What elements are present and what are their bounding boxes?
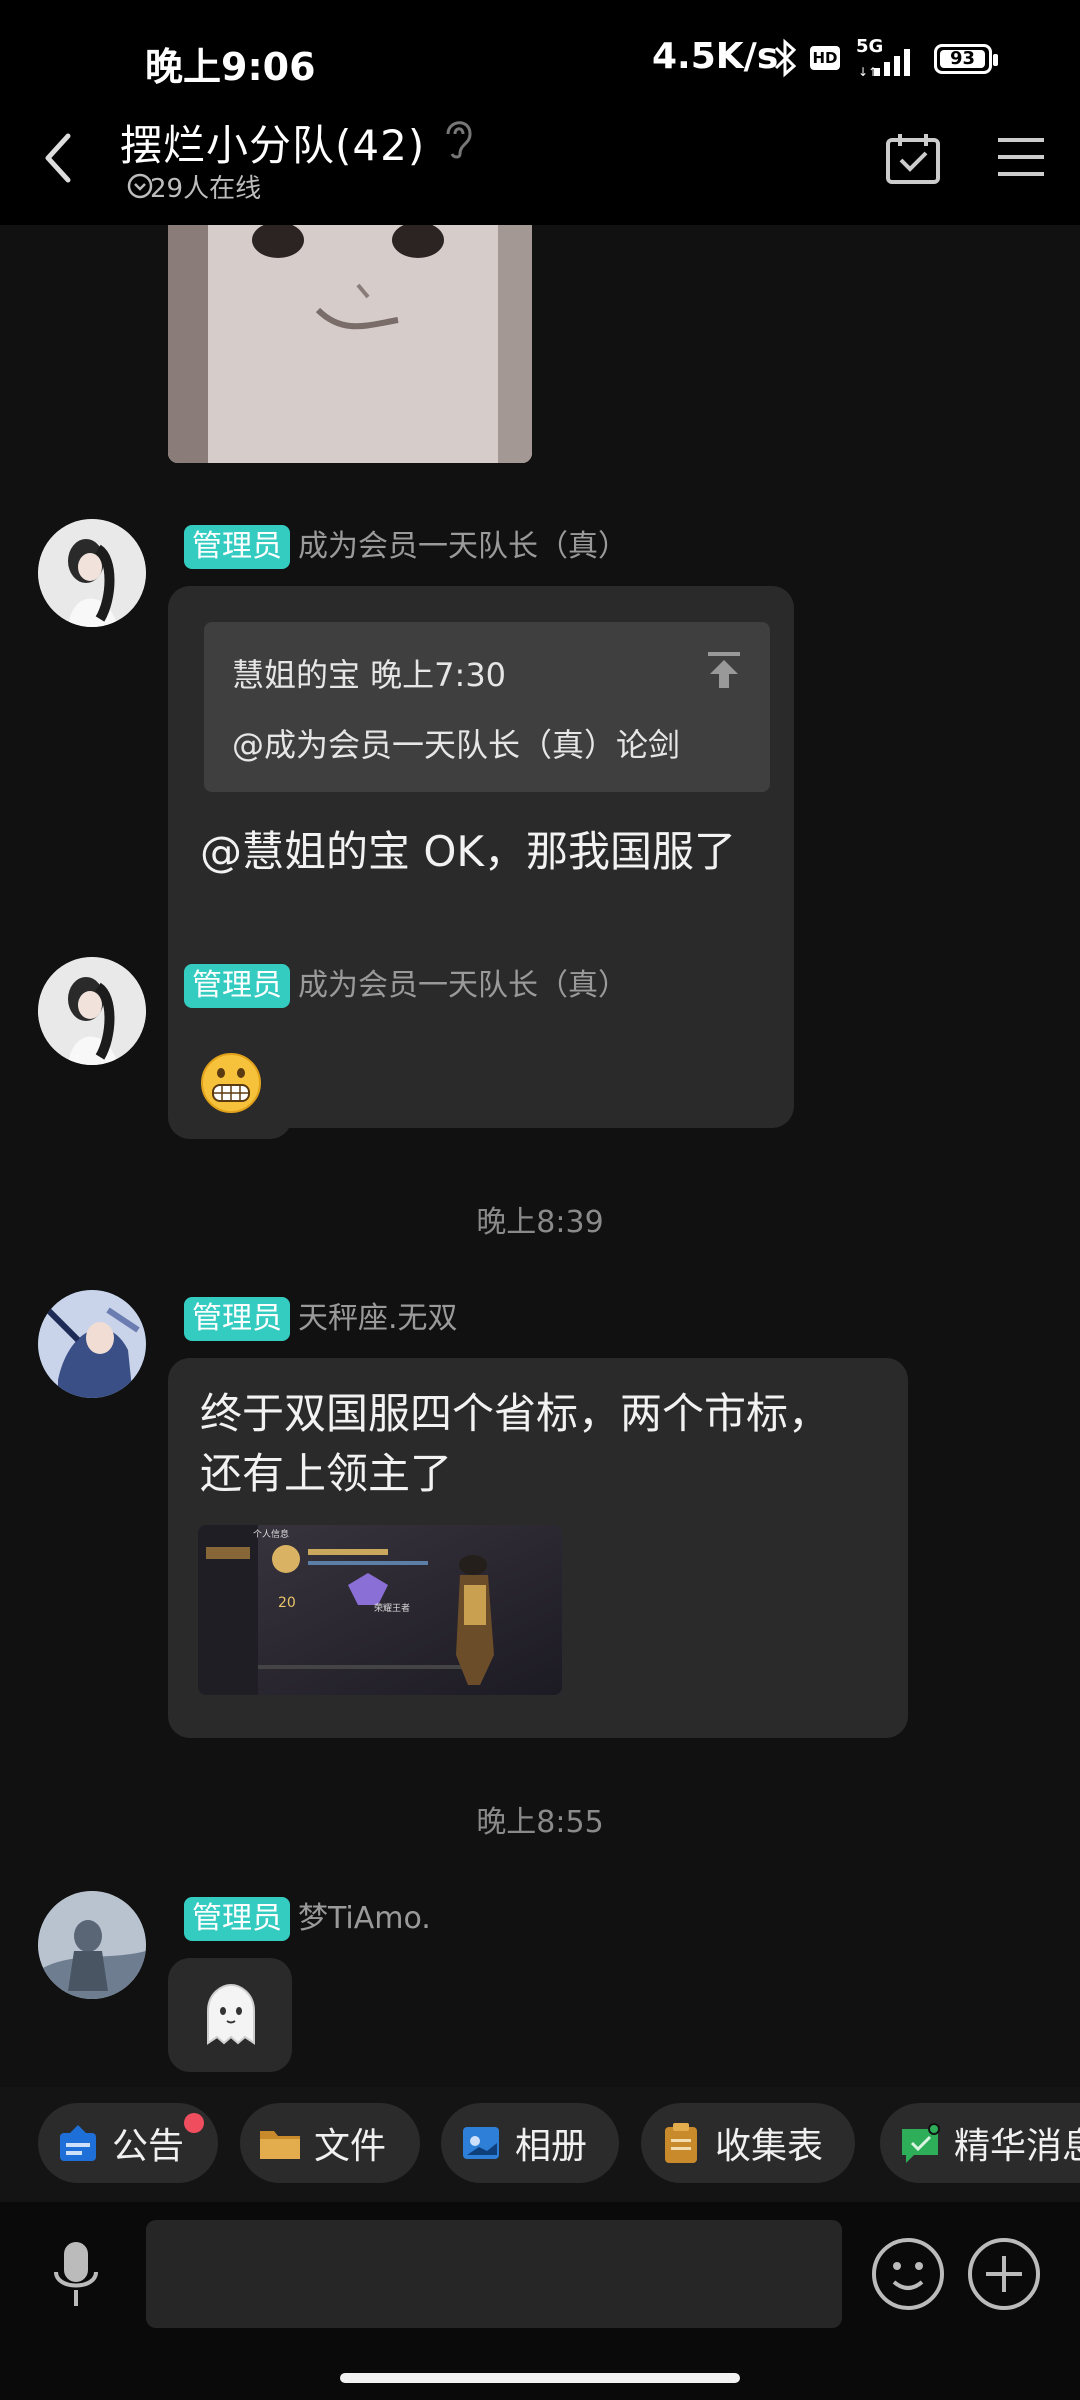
- home-indicator[interactable]: [340, 2373, 740, 2383]
- admin-badge: 管理员: [184, 525, 290, 569]
- sender-name[interactable]: 天秤座.无双: [298, 1301, 458, 1336]
- highlight-icon: [902, 2123, 940, 2163]
- sender-name[interactable]: 成为会员一天队长（真）: [298, 968, 628, 1003]
- message-bubble[interactable]: [168, 1958, 292, 2072]
- game-screenshot-image[interactable]: 20 荣耀王者 个人信息: [198, 1525, 562, 1695]
- timestamp: 晚上8:55: [476, 1805, 604, 1840]
- tool-label: 收集表: [715, 2126, 824, 2167]
- svg-text:↓↑: ↓↑: [858, 65, 878, 78]
- group-title[interactable]: 摆烂小分队(42): [120, 112, 425, 173]
- group-tools-bar: 公告 文件 相册 收集表 精华消息: [0, 2087, 1080, 2202]
- message-input[interactable]: [146, 2220, 842, 2328]
- back-arrow-icon[interactable]: [38, 128, 78, 188]
- menu-icon[interactable]: [996, 134, 1046, 180]
- avatar[interactable]: [38, 1290, 146, 1398]
- tool-label: 文件: [314, 2126, 387, 2167]
- signal-icon: ↓↑: [858, 49, 910, 78]
- tool-label: 公告: [112, 2126, 185, 2167]
- game-profile-icon: 20 荣耀王者 个人信息: [198, 1525, 562, 1695]
- sender-name[interactable]: 梦TiAmo.: [298, 1901, 431, 1936]
- plus-button-icon[interactable]: [966, 2236, 1042, 2312]
- ghost-icon: [207, 1983, 255, 2045]
- profile-tab-label: 个人信息: [253, 1528, 289, 1540]
- quote-text: @成为会员一天队长（真）论剑: [232, 726, 681, 764]
- sticker-image[interactable]: [168, 225, 532, 463]
- sender-name[interactable]: 成为会员一天队长（真）: [298, 529, 628, 564]
- quoted-message[interactable]: 慧姐的宝 晚上7:30 @成为会员一天队长（真）论剑: [204, 622, 770, 792]
- album-icon: [463, 2127, 499, 2159]
- message-text-line: 终于双国服四个省标，两个市标，: [200, 1389, 831, 1438]
- message-text-line: 还有上领主了: [200, 1449, 453, 1498]
- tool-announcement-button[interactable]: 公告: [38, 2103, 218, 2183]
- tool-collection-form-button[interactable]: 收集表: [641, 2103, 855, 2183]
- announcement-icon: [60, 2125, 96, 2161]
- battery-icon: 93: [934, 44, 998, 74]
- rank-label: 荣耀王者: [374, 1602, 410, 1614]
- admin-badge: 管理员: [184, 1297, 290, 1341]
- hd-icon: HD: [810, 46, 840, 70]
- folder-icon: [260, 2131, 300, 2159]
- clipboard-icon: [665, 2123, 697, 2163]
- unread-dot: [184, 2113, 204, 2133]
- message-bubble[interactable]: [168, 1025, 292, 1139]
- status-time: 晚上9:06: [145, 45, 316, 89]
- message-header: 管理员 梦TiAmo.: [184, 1893, 431, 1941]
- tool-files-button[interactable]: 文件: [240, 2103, 420, 2183]
- grimacing-face-icon: [201, 1053, 261, 1113]
- admin-badge: 管理员: [184, 1897, 290, 1941]
- tool-label: 精华消息: [954, 2126, 1080, 2167]
- bluetooth-icon: [774, 38, 797, 78]
- battery-level: 93: [940, 50, 985, 68]
- tool-highlights-button[interactable]: 精华消息: [880, 2103, 1080, 2183]
- avatar[interactable]: [38, 957, 146, 1065]
- avatar[interactable]: [38, 519, 146, 627]
- tool-album-button[interactable]: 相册: [441, 2103, 619, 2183]
- jump-to-message-icon[interactable]: [704, 650, 744, 690]
- message-list[interactable]: 管理员 成为会员一天队长（真） 慧姐的宝 晚上7:30 @成为会员一天队长（真）论…: [0, 225, 1080, 2087]
- cat-face-icon: [168, 225, 532, 463]
- tool-label: 相册: [515, 2126, 588, 2167]
- ear-icon[interactable]: [440, 114, 476, 160]
- avatar[interactable]: [38, 1891, 146, 1999]
- message-text: 终于双国服四个省标，两个市标， 还有上领主了: [200, 1384, 830, 1504]
- message-header: 管理员 成为会员一天队长（真）: [184, 521, 628, 569]
- online-count[interactable]: 29人在线: [150, 168, 261, 205]
- microphone-icon[interactable]: [46, 2236, 106, 2316]
- network-speed: 4.5K/s: [652, 36, 779, 77]
- timestamp: 晚上8:39: [476, 1205, 604, 1240]
- rank-score: 20: [278, 1595, 296, 1611]
- emoji-button-icon[interactable]: [870, 2236, 946, 2312]
- message-header: 管理员 成为会员一天队长（真）: [184, 960, 628, 1008]
- message-text: @慧姐的宝 OK，那我国服了: [200, 827, 736, 876]
- message-header: 管理员 天秤座.无双: [184, 1293, 458, 1341]
- calendar-check-icon[interactable]: [884, 130, 942, 186]
- quote-author-time: 慧姐的宝 晚上7:30: [232, 656, 507, 694]
- admin-badge: 管理员: [184, 964, 290, 1008]
- message-bubble[interactable]: 终于双国服四个省标，两个市标， 还有上领主了 20 荣耀王者 个人信息: [168, 1358, 908, 1738]
